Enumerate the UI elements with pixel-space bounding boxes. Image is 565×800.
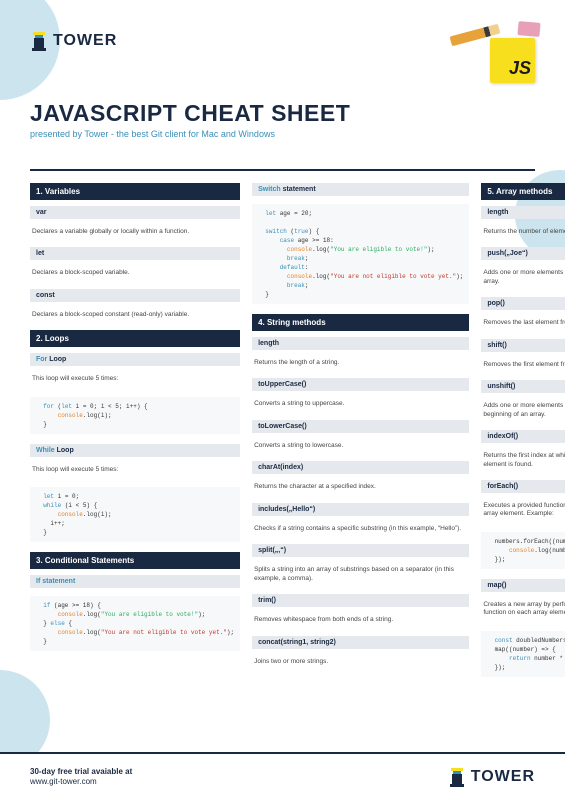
item-header: toUpperCase() <box>252 378 469 391</box>
footer: 30-day free trial avaiable at www.git-to… <box>0 752 565 800</box>
section-conditional-header: 3. Conditional Statements <box>30 552 240 569</box>
item-desc: Declares a variable globally or locally … <box>30 225 240 241</box>
item-desc: Returns the first index at which a speci… <box>481 449 565 474</box>
page-title: JAVASCRIPT CHEAT SHEET <box>30 100 535 127</box>
item-header: shift() <box>481 339 565 352</box>
item-desc: Splits a string into an array of substri… <box>252 563 469 588</box>
js-illustration: JS <box>465 30 535 85</box>
logo: TOWER <box>30 30 117 52</box>
item-header: charAt(index) <box>252 461 469 474</box>
item-desc: Converts a string to lowercase. <box>252 439 469 455</box>
section-loops-header: 2. Loops <box>30 330 240 347</box>
code-foreach: numbers.forEach((number) => { console.lo… <box>481 532 565 569</box>
eraser-icon <box>517 21 540 37</box>
item-desc: Joins two or more strings. <box>252 655 469 671</box>
item-desc: Checks if a string contains a specific s… <box>252 522 469 538</box>
content-columns: 1. Variables var Declares a variable glo… <box>0 171 565 693</box>
item-header: Switch statement <box>252 183 469 196</box>
item-header: push(„Joe“) <box>481 247 565 260</box>
item-desc: Removes the first element from an array. <box>481 358 565 374</box>
footer-url: www.git-tower.com <box>30 777 97 786</box>
item-desc: Converts a string to uppercase. <box>252 397 469 413</box>
section-variables-header: 1. Variables <box>30 183 240 200</box>
column-1: 1. Variables var Declares a variable glo… <box>30 183 240 681</box>
header: TOWER JS <box>0 0 565 100</box>
js-logo: JS <box>490 38 535 83</box>
code-while-loop: let i = 0; while (i < 5) { console.log(i… <box>30 487 240 542</box>
item-header: While Loop <box>30 444 240 457</box>
item-header: toLowerCase() <box>252 420 469 433</box>
item-desc: Returns the length of a string. <box>252 356 469 372</box>
tower-logo-icon <box>30 30 48 52</box>
item-header: indexOf() <box>481 430 565 443</box>
item-header: forEach() <box>481 480 565 493</box>
item-desc: This loop will execute 5 times: <box>30 372 240 388</box>
item-desc: Removes whitespace from both ends of a s… <box>252 613 469 629</box>
item-desc: Adds one or more elements to the end of … <box>481 266 565 291</box>
item-desc: Declares a block-scoped variable. <box>30 266 240 282</box>
item-header: let <box>30 247 240 260</box>
item-header: split(„,“) <box>252 544 469 557</box>
item-header: var <box>30 206 240 219</box>
item-desc: Adds one or more elements to the beginni… <box>481 399 565 424</box>
title-block: JAVASCRIPT CHEAT SHEET presented by Towe… <box>0 100 565 154</box>
item-desc: Declares a block-scoped constant (read-o… <box>30 308 240 324</box>
item-header: pop() <box>481 297 565 310</box>
item-header: trim() <box>252 594 469 607</box>
code-for-loop: for (let i = 0; i < 5; i++) { console.lo… <box>30 397 240 434</box>
item-header: If statement <box>30 575 240 588</box>
column-2: Switch statement let age = 20; switch (t… <box>252 183 469 681</box>
logo-text: TOWER <box>471 768 535 786</box>
item-header: unshift() <box>481 380 565 393</box>
code-if-statement: if (age >= 18) { console.log("You are el… <box>30 596 240 651</box>
item-header: length <box>252 337 469 350</box>
item-desc: Returns the number of elements in an arr… <box>481 225 565 241</box>
item-header: length <box>481 206 565 219</box>
item-desc: This loop will execute 5 times: <box>30 463 240 479</box>
section-array-header: 5. Array methods <box>481 183 565 200</box>
footer-text: 30-day free trial avaiable at www.git-to… <box>30 767 132 788</box>
item-desc: Returns the character at a specified ind… <box>252 480 469 496</box>
section-string-header: 4. String methods <box>252 314 469 331</box>
item-desc: Creates a new array by performing a func… <box>481 598 565 623</box>
item-desc: Removes the last element from an array. <box>481 316 565 332</box>
item-header: concat(string1, string2) <box>252 636 469 649</box>
item-header: const <box>30 289 240 302</box>
code-switch-statement: let age = 20; switch (true) { case age >… <box>252 204 469 304</box>
item-header: includes(„Hello“) <box>252 503 469 516</box>
item-header: For Loop <box>30 353 240 366</box>
item-header: map() <box>481 579 565 592</box>
footer-logo: TOWER <box>448 766 535 788</box>
item-desc: Executes a provided function once for ea… <box>481 499 565 524</box>
code-map: const doubledNumbers = numbers. map((num… <box>481 631 565 677</box>
column-3: 5. Array methods length Returns the numb… <box>481 183 565 681</box>
logo-text: TOWER <box>53 32 117 50</box>
tower-logo-icon <box>448 766 466 788</box>
page-subtitle: presented by Tower - the best Git client… <box>30 129 535 139</box>
